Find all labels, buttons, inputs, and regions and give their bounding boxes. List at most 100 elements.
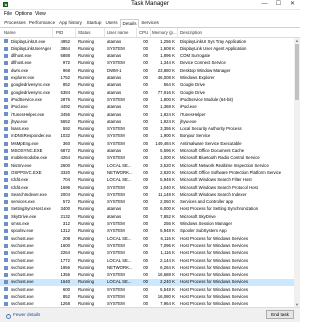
maximize-button[interactable]: ☐ [272,0,285,9]
table-row[interactable]: MsMpEng.exe 360 Running SYSTEM 00 149,484 K An… [0,140,294,147]
table-row[interactable]: googledrivesync.exe 5384 Running atamas 00 77… [0,89,294,96]
column-header-pid[interactable]: PID [56,30,63,35]
process-pid: 1772 [60,257,70,263]
table-row[interactable]: spoolsv.exe 1312 Running SYSTEM 00 5,948 K Spo… [0,228,294,235]
table-row[interactable]: mDNSResponder.exe 1032 Running SYSTEM 00 1,90… [0,133,294,140]
scroll-up-icon[interactable]: ▲ [294,38,300,43]
table-row[interactable]: DisplayLinkUI.exe 4952 Running atamas 00 1,25… [0,38,294,45]
column-divider[interactable] [52,28,53,37]
process-name: rdclit.exe [11,184,29,190]
menu-options[interactable]: Options [15,11,32,17]
process-list: DisplayLinkUI.exe 4952 Running atamas 00 1,25… [0,38,294,307]
tab-users[interactable]: Users [104,19,119,27]
column-header-memory[interactable]: Memory (p... [152,30,177,35]
scroll-thumb[interactable] [295,44,299,100]
column-divider[interactable] [75,28,76,37]
table-row[interactable]: svchost.exe 852 Running SYSTEM 00 16,080 K Hos… [0,293,294,300]
end-task-button[interactable]: End task [266,310,294,319]
table-row[interactable]: svchost.exe 1600 Running SYSTEM 00 7,096 K Hos… [0,242,294,249]
table-row[interactable]: OSPPSVC.EXE 3320 Running NETWORK... 00 2,820 … [0,169,294,176]
close-button[interactable]: ✕ [286,0,299,9]
table-row[interactable]: explorer.exe 1752 Running atamas 00 46,008 K W… [0,74,294,81]
process-status: Running [78,264,95,270]
process-name: dwm.exe [11,67,29,73]
table-row[interactable]: lsass.exe 592 Running SYSTEM 00 3,356 K Local … [0,126,294,133]
table-row[interactable]: svchost.exe 2264 Running SYSTEM 00 1,116 K Hos… [0,250,294,257]
column-divider[interactable] [104,28,105,37]
process-memory: 5,548 K [160,286,175,292]
table-row[interactable]: smss.exe 312 Running SYSTEM 00 256 K Windows S… [0,220,294,227]
process-cpu: 00 [143,148,148,154]
table-row[interactable]: googledrivesync.exe 852 Running atamas 00 564… [0,82,294,89]
table-row[interactable]: svchost.exe 1772 Running LOCAL SE... 00 2,144… [0,257,294,264]
table-row[interactable]: NisSrv.exe 2600 Running LOCAL SE... 00 3,520 … [0,162,294,169]
table-row[interactable]: DisplayLinkUserAgen... 3864 Running SYSTEM 0… [0,45,294,52]
column-divider[interactable] [136,28,137,37]
table-row[interactable]: rdclit.exe 704 Running LOCAL SE... 00 5,948 K… [0,177,294,184]
process-cpu: 00 [143,235,148,241]
table-row[interactable]: mobilemodobe.exe 4264 Running SYSTEM 00 1,000… [0,155,294,162]
table-row[interactable]: rdclit.exe 1696 Running SYSTEM 00 1,040 K Micr… [0,184,294,191]
table-row[interactable]: iPodService.exe 2876 Running SYSTEM 00 1,800 … [0,96,294,103]
column-header-status[interactable]: Status [78,30,90,35]
process-pid: 852 [62,82,70,88]
table-row[interactable]: services.exe 572 Running SYSTEM 00 2,060 K Ser… [0,199,294,206]
menu-view[interactable]: View [35,11,46,17]
process-cpu: 00 [143,279,148,285]
minimize-button[interactable]: — [258,0,271,9]
table-row[interactable]: iTunesHelper.exe 3456 Running atamas 00 1,824… [0,111,294,118]
process-cpu: 00 [143,250,148,256]
table-row[interactable]: dwm.exe 968 Running DWM-1 00 23,880 K Desktop … [0,67,294,74]
process-pid: 1696 [60,184,70,190]
fewer-details-link[interactable]: ⌃ Fewer details [6,312,40,319]
process-user-name: SYSTEM [107,272,125,278]
process-icon [4,46,8,51]
table-row[interactable]: svchost.exe 208 Running LOCAL SE... 00 6,116 … [0,235,294,242]
table-row[interactable]: SearchIndexer.exe 2004 Running SYSTEM 00 11,1… [0,191,294,198]
table-row[interactable]: SkyDrive.exe 2132 Running atamas 00 7,852 K Mi… [0,213,294,220]
table-header: Name PID Status User name CPU Memory (p.… [0,28,300,38]
tab-services[interactable]: Services [140,19,160,27]
process-description: Bonjour Service [180,133,211,139]
tab-startup[interactable]: Startup [85,19,103,27]
column-divider[interactable] [150,28,151,37]
table-row[interactable]: dllhost.exe 972 Running SYSTEM 00 1,344 K Devi… [0,60,294,67]
vertical-scrollbar[interactable]: ▲ ▼ [294,38,300,307]
tab-app-history[interactable]: App history [57,19,84,27]
process-pid: 3864 [60,45,70,51]
process-user-name: atamas [107,111,122,117]
process-icon [4,243,8,248]
tab-processes[interactable]: Processes [3,19,27,27]
process-cpu: 00 [143,228,148,234]
process-memory: 564 K [163,82,175,88]
process-user-name: SYSTEM [107,126,125,132]
title-bar: Task Manager — ☐ ✕ [0,0,300,10]
table-row[interactable]: svchost.exe 1356 Running SYSTEM 00 16,688 K Ho… [0,272,294,279]
process-name: mDNSResponder.exe [11,133,51,139]
column-header-description[interactable]: Description [180,30,202,35]
process-pid: 6872 [60,148,70,154]
column-divider[interactable] [177,28,178,37]
process-status: Running [78,228,95,234]
table-row[interactable]: svchost.exe 1640 Running LOCAL SE... 00 2,240… [0,278,294,287]
table-row[interactable]: iPod.exe 4492 Running atamas 00 1,368 K iPod.e… [0,104,294,111]
column-header-cpu[interactable]: CPU [139,30,148,35]
tab-performance[interactable]: Performance [28,19,56,27]
process-description: Host Process for Windows Services [180,242,249,248]
table-row[interactable]: SettingSyncHost.exe 3400 Running atamas 00 6,… [0,206,294,213]
table-row[interactable]: svchost.exe 600 Running SYSTEM 00 5,548 K Host… [0,286,294,293]
process-description: Google Drive [180,89,206,95]
menu-file[interactable]: File [4,11,12,17]
process-status: Running [78,75,95,81]
table-row[interactable]: svchost.exe 1956 Running NETWORK... 00 6,264 … [0,264,294,271]
table-row[interactable]: MSOSYNC.EXE 6872 Running atamas 00 5,596 K Mic… [0,147,294,154]
tab-details[interactable]: Details [120,19,139,28]
table-row[interactable]: jhyw.exe 5652 Running atamas 00 1,924 K jhyw.e… [0,118,294,125]
column-header-user-name[interactable]: User name [107,30,128,35]
process-cpu: 00 [143,140,148,146]
process-cpu: 00 [143,242,148,248]
process-icon [4,258,8,263]
table-row[interactable]: dllhost.exe 6888 Running atamas 00 1,896 K COM… [0,53,294,60]
column-header-name[interactable]: Name [4,30,16,35]
process-icon [4,207,8,212]
